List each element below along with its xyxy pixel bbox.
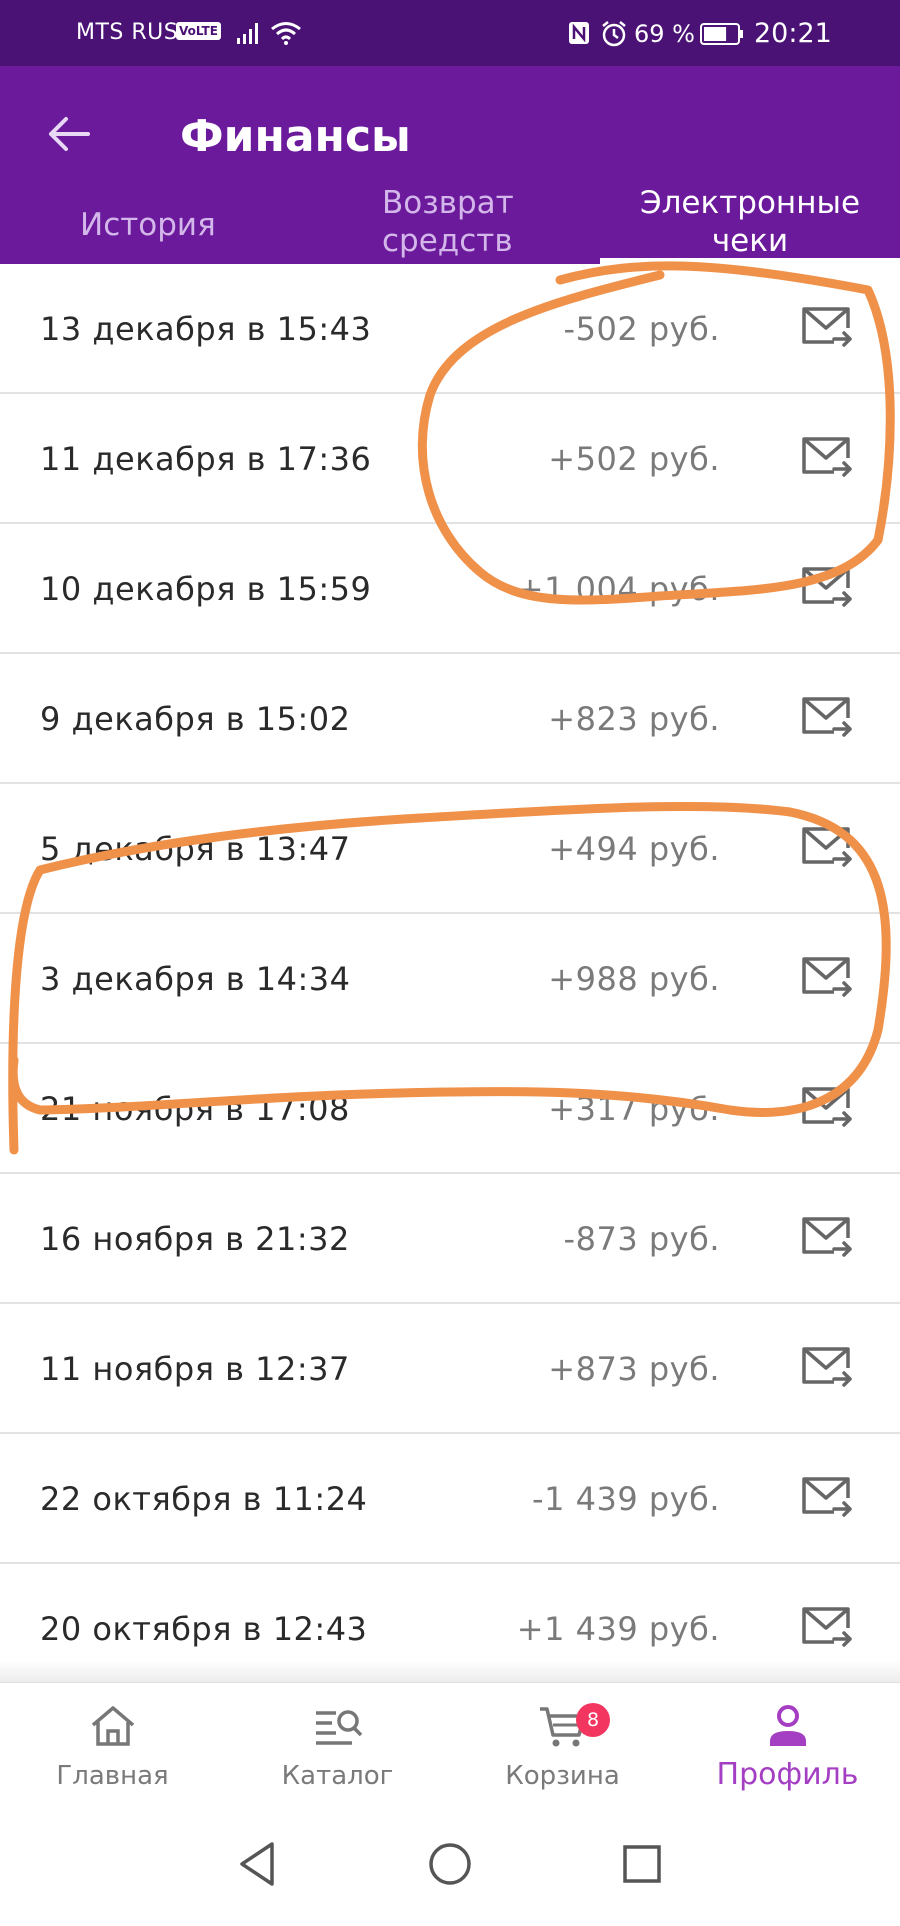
recents-square-icon[interactable] (612, 1834, 672, 1894)
tab-e-receipts[interactable]: Электронные чеки (600, 184, 900, 260)
alarm-icon (602, 21, 626, 47)
tab-bar: История Возврат средств Электронные чеки (0, 185, 900, 264)
receipt-amount: -1 439 руб. (532, 1480, 720, 1518)
nfc-icon (569, 22, 589, 44)
receipt-row[interactable]: 9 декабря в 15:02 +823 руб. (0, 654, 900, 784)
back-triangle-icon[interactable] (228, 1834, 288, 1894)
system-nav-bar (0, 1804, 900, 1926)
tab-e-receipts-label-line2: чеки (711, 223, 789, 259)
catalog-search-icon (315, 1710, 362, 1745)
mail-forward-icon[interactable] (800, 564, 854, 610)
tab-refunds-label-line1: Возврат (382, 185, 514, 221)
receipt-row[interactable]: 21 ноября в 17:08 +317 руб. (0, 1044, 900, 1174)
wifi-icon (271, 22, 301, 45)
tab-history-label: История (80, 207, 216, 243)
receipt-date: 21 ноября в 17:08 (40, 1090, 350, 1128)
receipt-amount: +494 руб. (548, 830, 720, 868)
mail-forward-icon[interactable] (800, 434, 854, 480)
tab-refunds[interactable]: Возврат средств (382, 184, 542, 260)
receipt-date: 3 декабря в 14:34 (40, 960, 351, 998)
mail-forward-icon[interactable] (800, 1214, 854, 1260)
receipt-amount: +1 004 руб. (516, 570, 720, 608)
receipt-amount: +873 руб. (548, 1350, 720, 1388)
receipt-date: 13 декабря в 15:43 (40, 310, 372, 348)
list-fade (0, 1660, 900, 1684)
battery-percent: 69 % (634, 20, 695, 48)
receipt-row[interactable]: 3 декабря в 14:34 +988 руб. (0, 914, 900, 1044)
receipt-date: 10 декабря в 15:59 (40, 570, 372, 608)
receipt-row[interactable]: 11 ноября в 12:37 +873 руб. (0, 1304, 900, 1434)
receipt-date: 11 ноября в 12:37 (40, 1350, 350, 1388)
profile-icon (769, 1705, 806, 1746)
mail-forward-icon[interactable] (800, 304, 854, 350)
receipt-amount: +502 руб. (548, 440, 720, 478)
receipt-row[interactable]: 11 декабря в 17:36 +502 руб. (0, 394, 900, 524)
receipt-date: 9 декабря в 15:02 (40, 700, 351, 738)
receipt-amount: +317 руб. (548, 1090, 720, 1128)
home-circle-icon[interactable] (420, 1834, 480, 1894)
mail-forward-icon[interactable] (800, 1084, 854, 1130)
battery-icon (700, 23, 743, 45)
cart-badge: 8 (576, 1703, 610, 1737)
nav-catalog-label: Каталог (281, 1761, 394, 1791)
nav-home-label: Главная (56, 1761, 169, 1791)
signal-icon (237, 23, 258, 44)
receipt-row[interactable]: 16 ноября в 21:32 -873 руб. (0, 1174, 900, 1304)
receipt-list[interactable]: 13 декабря в 15:43 -502 руб. 11 декабря в … (0, 264, 900, 1684)
receipt-amount: -873 руб. (563, 1220, 720, 1258)
receipt-date: 22 октября в 11:24 (40, 1480, 368, 1518)
receipt-date: 11 декабря в 17:36 (40, 440, 372, 478)
bottom-nav: Главная Каталог 8 Корзина Профиль (0, 1682, 900, 1804)
mail-forward-icon[interactable] (800, 694, 854, 740)
receipt-row[interactable]: 5 декабря в 13:47 +494 руб. (0, 784, 900, 914)
carrier-name: MTS RUS (76, 20, 179, 45)
app-bar: Финансы История Возврат средств Электрон… (0, 66, 900, 264)
mail-forward-icon[interactable] (800, 824, 854, 870)
nav-home[interactable]: Главная (0, 1683, 225, 1805)
volte-badge: VoLTE (176, 22, 221, 40)
nav-profile[interactable]: Профиль (675, 1683, 900, 1805)
page-title: Финансы (180, 111, 411, 162)
nav-cart-label: Корзина (505, 1761, 620, 1791)
receipt-amount: -502 руб. (563, 310, 720, 348)
receipt-row[interactable]: 10 декабря в 15:59 +1 004 руб. (0, 524, 900, 654)
mail-forward-icon[interactable] (800, 1474, 854, 1520)
home-icon (91, 1706, 134, 1746)
mail-forward-icon[interactable] (800, 1604, 854, 1650)
tab-e-receipts-label-line1: Электронные (639, 185, 861, 221)
nav-cart[interactable]: 8 Корзина (450, 1683, 675, 1805)
mail-forward-icon[interactable] (800, 954, 854, 1000)
mail-forward-icon[interactable] (800, 1344, 854, 1390)
tab-refunds-label-line2: средств (382, 223, 513, 259)
receipt-amount: +1 439 руб. (516, 1610, 720, 1648)
receipt-date: 16 ноября в 21:32 (40, 1220, 350, 1258)
arrow-left-icon (49, 117, 90, 151)
nav-profile-label: Профиль (716, 1757, 859, 1792)
receipt-amount: +988 руб. (548, 960, 720, 998)
receipt-date: 20 октября в 12:43 (40, 1610, 368, 1648)
clock: 20:21 (754, 18, 832, 49)
receipt-row[interactable]: 22 октября в 11:24 -1 439 руб. (0, 1434, 900, 1564)
status-bar: MTS RUS VoLTE 69 % 20:21 (0, 0, 900, 66)
receipt-date: 5 декабря в 13:47 (40, 830, 351, 868)
nav-catalog[interactable]: Каталог (225, 1683, 450, 1805)
back-button[interactable] (40, 106, 96, 162)
receipt-amount: +823 руб. (548, 700, 720, 738)
receipt-row[interactable]: 13 декабря в 15:43 -502 руб. (0, 264, 900, 394)
